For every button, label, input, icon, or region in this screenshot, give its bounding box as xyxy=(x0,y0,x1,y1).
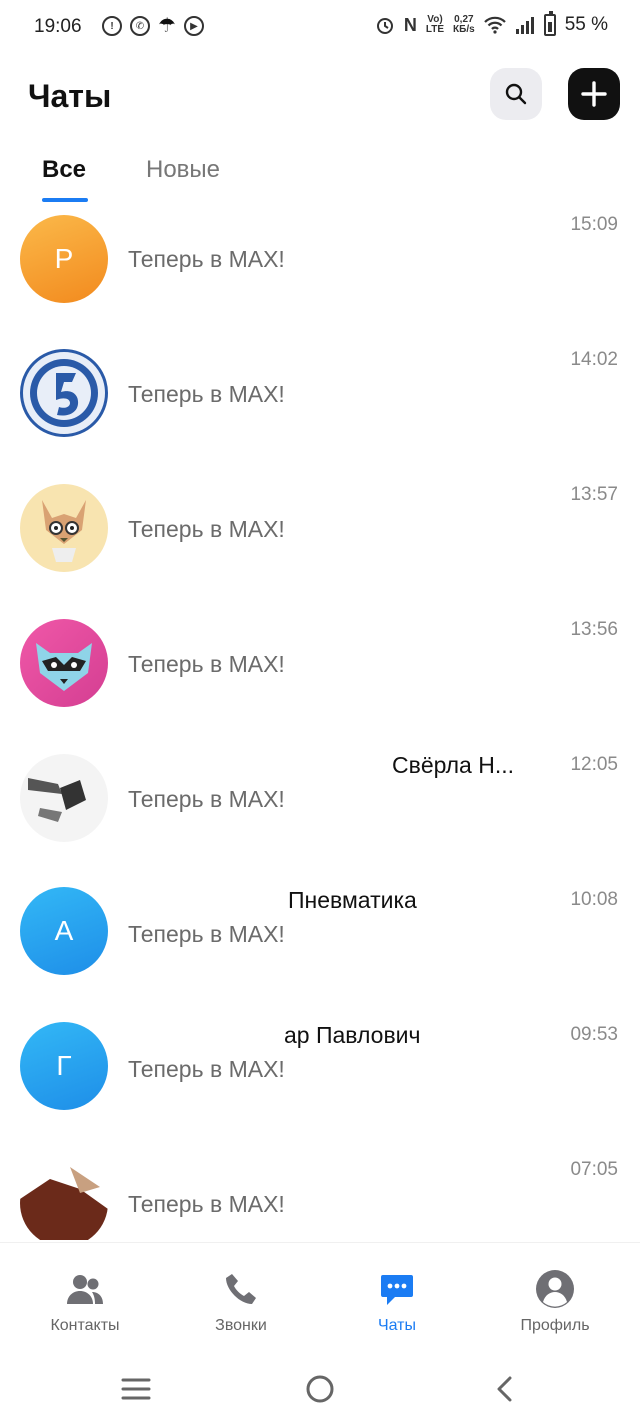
nav-label: Профиль xyxy=(520,1317,590,1334)
avatar: Р xyxy=(20,215,108,303)
wifi-icon xyxy=(483,16,506,34)
status-bar: 19:06 ! ✆ ☂ ▶ N Vo) LTE 0,27 КБ/s 55 % xyxy=(0,0,640,54)
search-button[interactable] xyxy=(490,68,542,120)
home-button[interactable] xyxy=(300,1372,340,1406)
media-icon: ▶ xyxy=(183,16,204,36)
chat-row[interactable]: Теперь в MAX! 13:56 xyxy=(0,609,640,743)
chat-row[interactable]: Теперь в MAX! 14:02 xyxy=(0,339,640,473)
nav-chats[interactable]: Чаты xyxy=(337,1269,457,1335)
nav-label: Звонки xyxy=(215,1317,267,1334)
home-circle-icon xyxy=(306,1375,334,1403)
nav-calls[interactable]: Звонки xyxy=(181,1269,301,1335)
profile-icon xyxy=(535,1269,575,1309)
tab-all[interactable]: Все xyxy=(42,156,86,184)
avatar-letter: Г xyxy=(56,1050,72,1081)
chat-icon xyxy=(377,1269,417,1309)
chat-message: Теперь в MAX! xyxy=(128,246,285,272)
chat-name: Пневматика xyxy=(288,887,417,913)
alarm-icon xyxy=(376,18,393,34)
nav-label: Чаты xyxy=(377,1317,417,1334)
chat-time: 07:05 xyxy=(570,1159,618,1180)
chat-tabs: Все Новые xyxy=(0,150,640,204)
chat-message: Теперь в MAX! xyxy=(128,1191,285,1217)
nav-contacts[interactable]: Контакты xyxy=(25,1269,145,1335)
active-tab-indicator xyxy=(42,198,88,202)
chat-time: 13:57 xyxy=(570,484,618,505)
raccoon-icon xyxy=(36,643,92,691)
chat-name: Свёрла Н... xyxy=(392,752,515,778)
logo-b-icon xyxy=(30,359,98,427)
whatsapp-icon: ✆ xyxy=(130,16,150,36)
contacts-icon xyxy=(65,1269,105,1309)
avatar-letter: А xyxy=(54,915,74,946)
avatar: Г xyxy=(20,1022,108,1110)
chat-message: Теперь в MAX! xyxy=(128,786,285,812)
nfc-icon: N xyxy=(403,14,417,35)
back-button[interactable] xyxy=(484,1372,524,1406)
chat-message: Теперь в MAX! xyxy=(128,381,285,407)
avatar xyxy=(20,754,108,842)
net-speed-unit: КБ/s xyxy=(453,24,475,35)
chat-time: 09:53 xyxy=(570,1024,618,1045)
avatar xyxy=(20,619,108,707)
chat-time: 14:02 xyxy=(570,349,618,370)
avatar-letter: Р xyxy=(54,243,74,274)
chat-name: ар Павлович xyxy=(284,1022,421,1048)
page-title: Чаты xyxy=(28,78,112,114)
photo-avatar-icon xyxy=(20,1167,108,1240)
plus-icon xyxy=(581,81,607,107)
signal-icon xyxy=(515,17,534,34)
new-chat-button[interactable] xyxy=(568,68,620,120)
chat-row[interactable]: Теперь в MAX! 07:05 xyxy=(0,1149,640,1240)
phone-icon xyxy=(221,1269,261,1309)
fox-character-icon xyxy=(42,500,86,562)
avatar: А xyxy=(20,887,108,975)
back-chevron-icon xyxy=(497,1376,512,1402)
chat-list: Р Теперь в MAX! 15:09 Теперь в MAX! 14:0… xyxy=(0,204,640,1240)
net-speed: 0,27 КБ/s xyxy=(453,15,475,35)
bottom-nav: Контакты Звонки Чаты Профиль xyxy=(0,1242,640,1350)
battery-percent: 55 % xyxy=(564,14,608,35)
notification-icons: ! ✆ ☂ ▶ xyxy=(102,16,204,36)
app-header: Чаты xyxy=(0,68,640,124)
volte-indicator: Vo) LTE xyxy=(426,15,444,35)
chat-time: 13:56 xyxy=(570,619,618,640)
menu-icon xyxy=(121,1378,151,1400)
chat-row[interactable]: Г ар Павлович Теперь в MAX! 09:53 xyxy=(0,1014,640,1148)
avatar xyxy=(20,1159,108,1240)
status-time: 19:06 xyxy=(34,16,82,37)
system-icons: N Vo) LTE 0,27 КБ/s 55 % xyxy=(375,11,608,36)
chat-row[interactable]: Р Теперь в MAX! 15:09 xyxy=(0,204,640,338)
lte-label: LTE xyxy=(425,24,445,35)
umbrella-icon: ☂ xyxy=(158,15,176,37)
tab-new[interactable]: Новые xyxy=(146,156,220,184)
search-icon xyxy=(505,83,527,105)
tools-photo-icon xyxy=(28,778,86,822)
nav-profile[interactable]: Профиль xyxy=(495,1269,615,1335)
recent-apps-button[interactable] xyxy=(116,1372,156,1406)
chat-message: Теперь в MAX! xyxy=(128,921,285,947)
chat-time: 12:05 xyxy=(570,754,618,775)
chat-time: 15:09 xyxy=(570,214,618,235)
chat-message: Теперь в MAX! xyxy=(128,651,285,677)
chat-row[interactable]: Теперь в MAX! 13:57 xyxy=(0,474,640,608)
chat-time: 10:08 xyxy=(570,889,618,910)
chat-row[interactable]: Свёрла Н... Теперь в MAX! 12:05 xyxy=(0,744,640,878)
avatar xyxy=(20,349,108,437)
app-notification-icon: ! xyxy=(102,16,122,36)
chat-message: Теперь в MAX! xyxy=(128,1056,285,1082)
chat-row[interactable]: А Пневматика Теперь в MAX! 10:08 xyxy=(0,879,640,1013)
chat-message: Теперь в MAX! xyxy=(128,516,285,542)
nav-label: Контакты xyxy=(50,1317,120,1334)
battery-icon xyxy=(543,11,556,36)
system-nav-bar xyxy=(0,1350,640,1423)
avatar xyxy=(20,484,108,572)
